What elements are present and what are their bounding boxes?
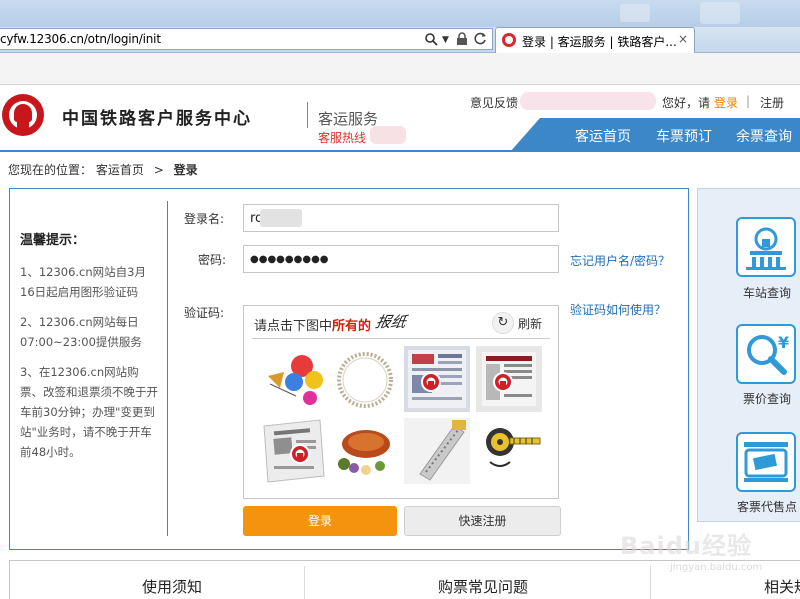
address-bar[interactable]: cyfw.12306.cn/otn/login/init ▼ (0, 28, 493, 50)
titlebar-blur (620, 4, 650, 22)
username-field[interactable]: ro (243, 204, 559, 232)
captcha-divider (252, 338, 550, 339)
price-search-icon[interactable]: ¥ (736, 324, 796, 384)
breadcrumb-current: 登录 (173, 163, 198, 177)
price-query-link[interactable]: 票价查询 (736, 390, 798, 407)
breadcrumb-home[interactable]: 客运首页 (96, 163, 144, 177)
browser-address-row: cyfw.12306.cn/otn/login/init ▼ 登录 | 客运服务… (0, 27, 800, 53)
refresh-icon[interactable]: ↻ (492, 312, 514, 334)
header-link-separator: | (746, 94, 751, 108)
captcha-tile-newspaper[interactable] (260, 418, 326, 484)
baidu-watermark: Baidu经验 jingyan.baidu.com (612, 518, 762, 582)
captcha-prompt-emphasis: 所有的 (332, 319, 372, 334)
login-panel: 温馨提示： 1、12306.cn网站自3月16日起启用图形验证码 2、12306… (9, 188, 689, 550)
browser-toolbar (0, 53, 800, 85)
ticket-agent-icon[interactable] (736, 432, 796, 492)
password-value[interactable]: ●●●●●●●●● (250, 254, 329, 265)
close-icon[interactable]: × (678, 32, 688, 46)
captcha-label: 验证码: (184, 306, 225, 320)
username-label: 登录名: (184, 212, 225, 226)
ticket-agent-link[interactable]: 客票代售点 (736, 498, 798, 515)
captcha-tile-tape-measure[interactable] (476, 418, 542, 484)
site-name[interactable]: 中国铁路客户服务中心 (62, 104, 252, 129)
password-field[interactable]: ●●●●●●●●● (243, 245, 559, 273)
captcha-tile-tape-measure[interactable] (404, 418, 470, 484)
titlebar-blur (700, 2, 740, 24)
tab-ticket-faq[interactable]: 购票常见问题 (438, 576, 528, 597)
captcha-tile-newspaper[interactable] (404, 346, 470, 412)
station-query-link[interactable]: 车站查询 (736, 284, 798, 301)
bottom-divider (304, 566, 305, 599)
captcha-tile-ring[interactable] (332, 346, 398, 412)
svg-text:¥: ¥ (778, 333, 789, 352)
tip-item: 1、12306.cn网站自3月16日起启用图形验证码 (20, 265, 146, 299)
tip-item: 2、12306.cn网站每日07:00~23:00提供服务 (20, 315, 142, 349)
nav-remaining-tickets[interactable]: 余票查询 (736, 126, 792, 146)
address-url[interactable]: cyfw.12306.cn/otn/login/init (0, 32, 161, 46)
tips-section: 温馨提示： 1、12306.cn网站自3月16日起启用图形验证码 2、12306… (20, 229, 160, 472)
search-icon[interactable] (424, 32, 438, 49)
watermark-url: jingyan.baidu.com (670, 562, 763, 573)
forgot-password-link[interactable]: 忘记用户名/密码？ (570, 252, 670, 269)
captcha-refresh-button[interactable]: 刷新 (518, 315, 542, 332)
password-label: 密码: (198, 253, 227, 267)
quick-links-panel: 车站查询 ¥ 票价查询 客票代售点 (697, 188, 800, 522)
browser-titlebar (0, 0, 800, 27)
hotline-label: 客服热线 (318, 131, 367, 145)
header-register-link[interactable]: 注册 (760, 94, 784, 111)
browser-tab[interactable]: 登录 | 客运服务 | 铁路客户... × (495, 27, 695, 53)
captcha-help-link[interactable]: 验证码如何使用？ (570, 301, 666, 318)
lock-icon[interactable] (456, 32, 468, 49)
nav-booking[interactable]: 车票预订 (656, 126, 712, 146)
breadcrumb-prefix: 您现在的位置： (8, 163, 93, 177)
favicon-icon (502, 33, 516, 47)
feedback-link[interactable]: 意见反馈 (470, 94, 518, 111)
captcha-prompt: 请点击下图中所有的 (254, 315, 371, 334)
captcha-tile-balloons[interactable] (260, 346, 326, 412)
quick-register-button[interactable]: 快速注册 (404, 506, 561, 536)
refresh-icon[interactable] (474, 32, 487, 48)
captcha-prompt-text: 请点击下图中 (254, 319, 333, 334)
watermark-text: Baidu经验 (620, 532, 752, 560)
login-button[interactable]: 登录 (243, 506, 397, 536)
panel-divider (167, 201, 168, 536)
header-login-link[interactable]: 登录 (714, 94, 738, 111)
tab-title[interactable]: 登录 | 客运服务 | 铁路客户... (522, 33, 677, 50)
chevron-down-icon[interactable]: ▼ (442, 35, 449, 45)
greeting-text: 您好，请 (662, 96, 711, 110)
hotline-blur (370, 126, 406, 144)
username-blur (260, 209, 302, 227)
site-subtitle: 客运服务 (318, 110, 379, 128)
logo-core (14, 104, 32, 122)
tip-item: 3、在12306.cn网站购票、改签和退票须不晚于开车前30分钟；办理"变更到站… (20, 365, 158, 459)
railway-logo[interactable] (2, 94, 44, 136)
captcha-tile-roast-duck[interactable] (332, 418, 398, 484)
captcha-box: 请点击下图中所有的 报纸 ↻ 刷新 (243, 305, 559, 499)
tab-usage-notes[interactable]: 使用须知 (142, 576, 202, 597)
breadcrumb-arrow: > (153, 163, 164, 177)
tab-related-rules[interactable]: 相关规 (764, 576, 800, 597)
nav-home[interactable]: 客运首页 (575, 126, 631, 146)
station-icon[interactable] (736, 217, 796, 277)
breadcrumb: 您现在的位置： 客运首页 > 登录 (8, 161, 198, 178)
logo-foot (17, 122, 29, 132)
captcha-target-word: 报纸 (373, 313, 408, 331)
header-underline (0, 150, 800, 152)
captcha-tile-newspaper[interactable] (476, 346, 542, 412)
header-divider (307, 102, 308, 128)
tips-title: 温馨提示： (20, 233, 86, 248)
feedback-blur (520, 92, 656, 110)
